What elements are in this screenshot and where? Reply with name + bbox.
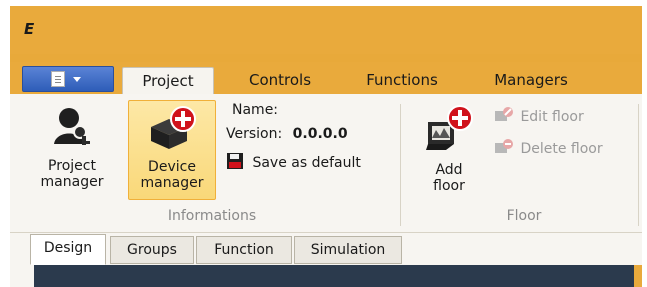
tab-function[interactable]: Function [196,236,292,264]
version-value: 0.0.0.0 [292,126,348,142]
tab-design[interactable]: Design [30,234,106,265]
tab-managers[interactable]: Managers [476,67,586,93]
delete-floor-button[interactable]: Delete floor [494,138,603,157]
device-add-icon [151,106,196,149]
add-floor-label-line2: floor [433,178,465,194]
app-menu-button[interactable] [22,66,114,92]
group-separator [638,104,639,226]
ribbon-body: Project manager Device manager Name: Ver… [10,94,642,233]
delete-floor-icon [495,139,513,153]
group-label-informations: Informations [167,208,257,224]
edit-floor-icon [495,107,513,121]
title-bar: E [10,6,642,54]
project-manager-label-line2: manager [40,174,104,190]
add-floor-button[interactable]: Add floor [414,100,484,204]
version-field: Version: 0.0.0.0 [226,126,348,142]
tab-simulation[interactable]: Simulation [294,236,402,264]
delete-floor-label: Delete floor [520,141,603,157]
tab-groups[interactable]: Groups [110,236,194,264]
version-label: Version: [226,126,283,142]
group-label-floor: Floor [506,208,542,224]
tab-project[interactable]: Project [122,67,214,95]
device-manager-label-line1: Device [148,159,196,175]
app-logo: E [24,20,35,38]
name-label: Name: [232,102,279,118]
project-manager-label-line1: Project [48,158,96,174]
user-key-icon [54,108,90,145]
edit-floor-button[interactable]: Edit floor [494,106,584,125]
edit-floor-label: Edit floor [520,109,584,125]
add-floor-icon [426,105,473,150]
tab-functions[interactable]: Functions [350,67,454,93]
canvas-margin [10,265,34,287]
save-as-default-label: Save as default [252,155,361,171]
device-manager-button[interactable]: Device manager [128,100,216,200]
document-icon [51,71,65,87]
app-window: E Project Controls Functions Managers Pr… [10,6,642,287]
name-field: Name: [232,102,278,118]
caret-down-icon [73,77,81,82]
group-separator [400,104,401,226]
save-icon [227,153,243,169]
window-edge [634,265,642,287]
project-manager-button[interactable]: Project manager [30,100,114,200]
save-as-default-button[interactable]: Save as default [226,152,361,171]
design-canvas[interactable] [34,265,634,287]
add-floor-label-line1: Add [435,162,463,178]
device-manager-label-line2: manager [140,175,204,191]
tab-controls[interactable]: Controls [230,67,330,93]
